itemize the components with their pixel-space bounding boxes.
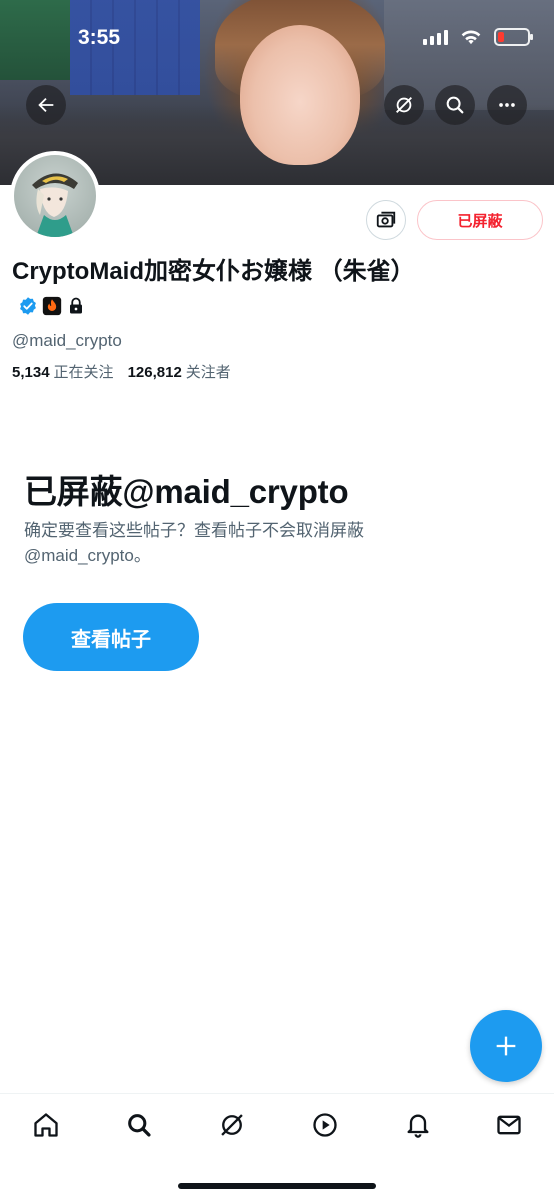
search-button[interactable] <box>435 85 475 125</box>
followers-count: 126,812 <box>127 364 182 381</box>
blocked-title: 已屏蔽@maid_crypto <box>24 473 349 510</box>
verified-badge-icon <box>18 296 38 316</box>
status-time: 3:55 <box>78 26 121 49</box>
grok-icon <box>221 1114 243 1136</box>
avatar[interactable] <box>10 151 100 241</box>
profile-handle: @maid_crypto <box>12 331 122 350</box>
followers-label: 关注者 <box>185 364 231 381</box>
grok-button[interactable] <box>384 85 424 125</box>
nav-home[interactable] <box>31 1110 61 1140</box>
more-icon <box>499 103 515 107</box>
blocked-description: 确定要查看这些帖子？查看帖子不会取消屏蔽 @maid_crypto。 <box>24 521 364 565</box>
search-icon <box>446 96 464 114</box>
back-button[interactable] <box>26 85 66 125</box>
notifications-icon <box>407 1114 429 1138</box>
display-name: CryptoMaid加密女仆お嬢様 （朱雀） <box>12 258 415 285</box>
following-label: 正在关注 <box>53 364 114 381</box>
home-icon <box>34 1113 58 1137</box>
video-icon <box>313 1113 337 1137</box>
wifi-icon <box>461 30 481 45</box>
status-icons <box>423 28 533 46</box>
arrow-left-icon <box>38 97 54 113</box>
nav-video[interactable] <box>310 1110 340 1140</box>
following-count: 5,134 <box>12 364 50 381</box>
battery-icon <box>494 28 533 46</box>
blocked-button[interactable]: 已屏蔽 <box>417 200 543 240</box>
nav-notifications[interactable] <box>403 1110 433 1140</box>
signal-icon <box>423 29 448 45</box>
home-indicator <box>178 1183 376 1189</box>
more-button[interactable] <box>487 85 527 125</box>
view-posts-button[interactable]: 查看帖子 <box>23 603 199 671</box>
grok-icon <box>396 97 412 113</box>
compose-button[interactable] <box>470 1010 542 1082</box>
followers-stat[interactable]: 126,812 关注者 <box>128 361 231 382</box>
follow-stats: 5,134 正在关注 126,812 关注者 <box>12 361 231 382</box>
messages-icon <box>497 1115 521 1135</box>
subscribe-button[interactable] <box>366 200 406 240</box>
badges <box>18 296 86 316</box>
following-stat[interactable]: 5,134 正在关注 <box>12 361 114 382</box>
avatar-illustration <box>32 173 78 237</box>
nav-messages[interactable] <box>494 1110 524 1140</box>
lock-icon <box>66 296 86 316</box>
nav-grok[interactable] <box>217 1110 247 1140</box>
affiliate-badge-icon <box>42 296 62 316</box>
display-name-row: CryptoMaid加密女仆お嬢様 （朱雀） <box>12 255 482 321</box>
subscription-icon <box>376 211 396 228</box>
nav-search[interactable] <box>124 1110 154 1140</box>
search-icon <box>128 1114 151 1137</box>
plus-icon <box>496 1036 516 1056</box>
